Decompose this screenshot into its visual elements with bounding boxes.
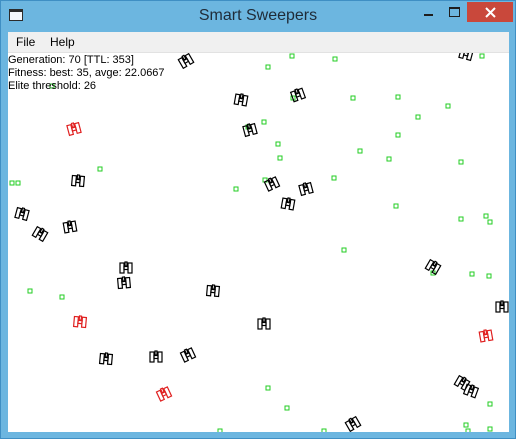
sweeper — [495, 300, 509, 313]
mine — [479, 53, 485, 59]
mine — [275, 141, 281, 147]
menu-bar: File Help — [8, 32, 509, 53]
mine — [217, 428, 223, 432]
sweeper — [280, 197, 296, 211]
sweeper — [424, 258, 442, 276]
mine — [341, 247, 347, 253]
mine — [487, 401, 493, 407]
sweeper — [31, 225, 49, 243]
mine — [27, 288, 33, 294]
sweeper — [70, 174, 86, 188]
sweeper — [119, 261, 133, 274]
mine — [284, 405, 290, 411]
sweeper — [242, 122, 258, 138]
mine — [445, 103, 451, 109]
sweeper — [233, 93, 249, 107]
minimize-icon — [423, 14, 433, 16]
elite-sweeper — [478, 329, 494, 343]
mine — [458, 159, 464, 165]
mine — [321, 428, 327, 432]
mine — [393, 203, 399, 209]
mine — [289, 53, 295, 59]
mine — [486, 273, 492, 279]
mine — [233, 186, 239, 192]
sweeper — [462, 383, 480, 399]
mine — [415, 114, 421, 120]
close-icon — [484, 6, 496, 18]
fitness-text: Fitness: best: 35, avge: 22.0667 — [8, 67, 165, 79]
sweeper — [344, 415, 362, 432]
maximize-icon — [448, 7, 460, 17]
mine — [265, 64, 271, 70]
mine — [331, 175, 337, 181]
menu-help[interactable]: Help — [50, 35, 75, 49]
sweeper-field — [9, 53, 509, 432]
mine — [395, 132, 401, 138]
elite-threshold-text: Elite threshold: 26 — [8, 80, 97, 92]
mine — [265, 385, 271, 391]
mine — [261, 119, 267, 125]
sweeper — [98, 352, 114, 366]
mine — [357, 148, 363, 154]
mine — [487, 219, 493, 225]
sweeper — [116, 276, 132, 290]
mine — [9, 180, 15, 186]
maximize-button[interactable] — [441, 2, 467, 22]
mine — [469, 271, 475, 277]
sweeper — [179, 347, 197, 363]
minimize-button[interactable] — [415, 2, 441, 22]
elite-sweeper — [66, 121, 82, 137]
sweeper — [149, 350, 163, 363]
mine — [332, 56, 338, 62]
mine — [487, 426, 493, 432]
elite-sweeper — [155, 386, 173, 402]
mine — [277, 155, 283, 161]
sweeper — [205, 284, 221, 298]
sweeper — [177, 53, 195, 70]
simulation-canvas: Generation: 70 [TTL: 353] Fitness: best:… — [8, 53, 509, 432]
sweeper — [298, 181, 314, 197]
mine — [350, 95, 356, 101]
sweeper — [14, 206, 30, 222]
mine — [465, 428, 471, 432]
menu-file[interactable]: File — [16, 35, 35, 49]
generation-text: Generation: 70 [TTL: 353] — [8, 54, 134, 66]
mine — [97, 166, 103, 172]
sweeper — [453, 374, 471, 392]
app-window: Smart Sweepers File Help Generation: 70 … — [0, 0, 516, 439]
title-bar[interactable]: Smart Sweepers — [1, 1, 515, 32]
mine — [15, 180, 21, 186]
sweeper — [257, 317, 271, 330]
mine — [483, 213, 489, 219]
elite-sweeper — [72, 315, 88, 329]
mine — [395, 94, 401, 100]
close-button[interactable] — [467, 2, 513, 22]
mine — [458, 216, 464, 222]
mine — [463, 422, 469, 428]
mine — [386, 156, 392, 162]
mine — [59, 294, 65, 300]
sweeper — [62, 220, 78, 234]
sweeper — [458, 53, 474, 62]
